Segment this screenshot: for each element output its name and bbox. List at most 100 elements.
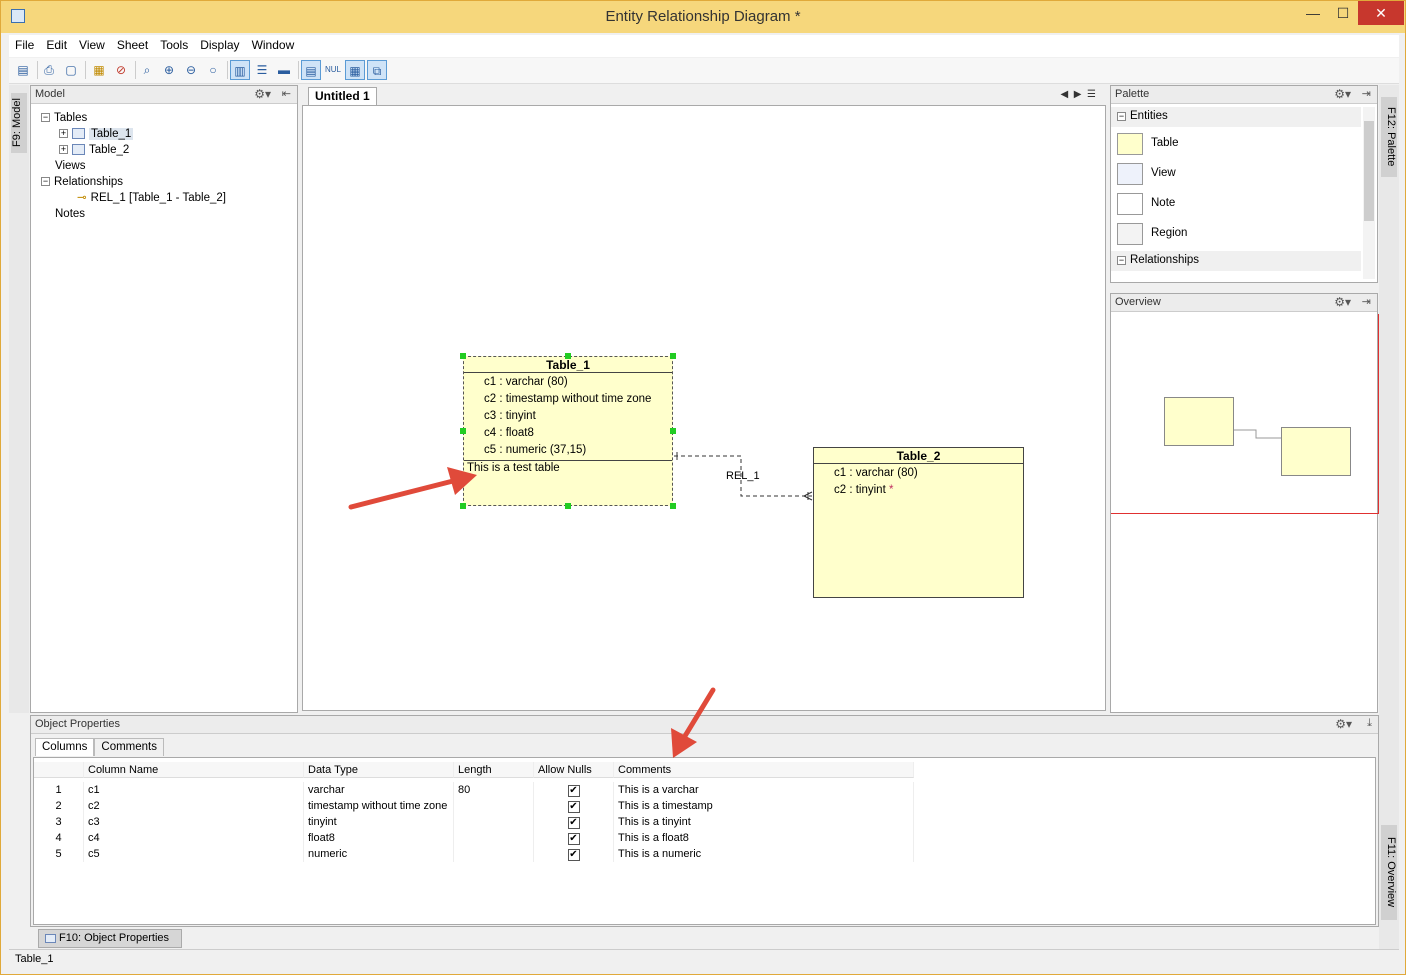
object-properties-side-tab[interactable]: F10: Object Properties xyxy=(38,929,182,948)
zoom-in-icon[interactable]: ⊕ xyxy=(159,60,179,80)
table-row[interactable]: 4 c4 float8 This is a float8 ✔ xyxy=(34,830,914,846)
palette-section-relationships[interactable]: − Relationships xyxy=(1111,251,1361,271)
relationship-connector[interactable] xyxy=(303,106,1107,712)
comments-header[interactable]: Comments xyxy=(614,762,914,778)
collapse-icon[interactable]: − xyxy=(41,113,50,123)
tree-node-table-2[interactable]: + Table_2 xyxy=(59,142,129,158)
collapse-icon[interactable]: − xyxy=(1117,112,1126,121)
validate-icon[interactable]: ▦ xyxy=(89,60,109,80)
tab-columns[interactable]: Columns xyxy=(35,738,95,756)
allow-nulls-checkbox[interactable]: ✔ xyxy=(567,785,580,797)
allow-nulls-checkbox[interactable]: ✔ xyxy=(567,801,580,813)
column-name-cell[interactable]: c3 xyxy=(84,814,304,830)
menu-window[interactable]: Window xyxy=(246,35,301,52)
palette-item-region[interactable]: Region xyxy=(1111,219,1361,249)
allow-nulls-checkbox[interactable]: ✔ xyxy=(567,817,580,829)
expand-icon[interactable]: + xyxy=(59,145,68,155)
palette-item-note[interactable]: Note xyxy=(1111,189,1361,219)
column-name-cell[interactable]: c2 xyxy=(84,798,304,814)
tree-node-views[interactable]: Views xyxy=(55,158,85,174)
show-keys-icon[interactable]: ☰ xyxy=(252,60,272,80)
maximize-button[interactable]: ☐ xyxy=(1328,1,1358,25)
gear-icon[interactable]: ⚙▾ xyxy=(254,87,271,101)
menu-display[interactable]: Display xyxy=(194,35,245,52)
save-icon[interactable]: ▤ xyxy=(13,60,33,80)
collapse-icon[interactable]: − xyxy=(41,177,50,187)
show-relations-icon[interactable]: ⧉ xyxy=(367,60,387,80)
comment-cell[interactable]: This is a float8 xyxy=(614,830,914,846)
print-icon[interactable]: ⎙ xyxy=(39,60,59,80)
allow-nulls-checkbox[interactable]: ✔ xyxy=(567,833,580,845)
data-type-cell[interactable]: float8 xyxy=(304,830,454,846)
column-name-cell[interactable]: c5 xyxy=(84,846,304,862)
show-nulls-icon[interactable]: NUL xyxy=(323,60,343,80)
menu-tools[interactable]: Tools xyxy=(154,35,194,52)
relationship-label[interactable]: REL_1 xyxy=(726,470,760,482)
row-number[interactable]: 3 xyxy=(34,814,84,830)
tab-untitled-1[interactable]: Untitled 1 xyxy=(308,87,377,105)
length-cell[interactable] xyxy=(454,798,534,814)
length-cell[interactable] xyxy=(454,814,534,830)
hide-panel-icon[interactable]: ⇥ xyxy=(1362,295,1371,308)
tree-node-tables[interactable]: − Tables xyxy=(41,110,87,126)
menu-file[interactable]: File xyxy=(9,35,40,52)
minimize-button[interactable]: — xyxy=(1298,1,1328,25)
length-cell[interactable]: 80 xyxy=(454,782,534,798)
collapse-icon[interactable]: − xyxy=(1117,256,1126,265)
stop-icon[interactable]: ⊘ xyxy=(111,60,131,80)
show-columns-icon[interactable]: ▥ xyxy=(230,60,250,80)
table-row[interactable]: 2 c2 timestamp without time zone This is a … xyxy=(34,798,914,814)
length-header[interactable]: Length xyxy=(454,762,534,778)
row-number[interactable]: 4 xyxy=(34,830,84,846)
length-cell[interactable] xyxy=(454,830,534,846)
tree-node-notes[interactable]: Notes xyxy=(55,206,85,222)
show-types-icon[interactable]: ▤ xyxy=(301,60,321,80)
show-comments-icon[interactable]: ▦ xyxy=(345,60,365,80)
data-type-header[interactable]: Data Type xyxy=(304,762,454,778)
comment-cell[interactable]: This is a timestamp xyxy=(614,798,914,814)
length-cell[interactable] xyxy=(454,846,534,862)
comment-cell[interactable]: This is a numeric xyxy=(614,846,914,862)
comment-cell[interactable]: This is a varchar xyxy=(614,782,914,798)
palette-item-view[interactable]: View xyxy=(1111,159,1361,189)
minimize-panel-icon[interactable]: ⤓ xyxy=(1367,717,1372,730)
diagram-canvas[interactable]: Table_1 c1 : varchar (80) c2 : timestamp… xyxy=(302,105,1106,711)
allow-nulls-header[interactable]: Allow Nulls xyxy=(534,762,614,778)
data-type-cell[interactable]: timestamp without time zone xyxy=(304,798,454,814)
hide-panel-icon[interactable]: ⇤ xyxy=(282,87,291,100)
row-number[interactable]: 2 xyxy=(34,798,84,814)
tree-node-relationships[interactable]: − Relationships xyxy=(41,174,123,190)
tree-node-table-1[interactable]: + Table_1 xyxy=(59,126,134,142)
table-row[interactable]: 1 c1 varchar 80 This is a varchar ✔ xyxy=(34,782,914,798)
column-name-cell[interactable]: c4 xyxy=(84,830,304,846)
show-notes-icon[interactable]: ▬ xyxy=(274,60,294,80)
table-row[interactable]: 5 c5 numeric This is a numeric ✔ xyxy=(34,846,914,862)
gear-icon[interactable]: ⚙▾ xyxy=(1334,87,1351,101)
row-number[interactable]: 1 xyxy=(34,782,84,798)
menu-sheet[interactable]: Sheet xyxy=(111,35,154,52)
page-setup-icon[interactable]: ▢ xyxy=(61,60,81,80)
menu-edit[interactable]: Edit xyxy=(40,35,73,52)
menu-view[interactable]: View xyxy=(73,35,111,52)
close-button[interactable]: ✕ xyxy=(1358,1,1404,25)
palette-scrollbar[interactable] xyxy=(1363,107,1375,279)
table-row[interactable]: 3 c3 tinyint This is a tinyint ✔ xyxy=(34,814,914,830)
overview-side-tab[interactable]: F11: Overview xyxy=(1381,825,1397,920)
tree-node-rel-1[interactable]: ⊸ REL_1 [Table_1 - Table_2] xyxy=(77,190,226,206)
model-side-tab[interactable]: F9: Model xyxy=(11,93,27,153)
tab-comments[interactable]: Comments xyxy=(94,738,164,756)
zoom-reset-icon[interactable]: ○ xyxy=(203,60,223,80)
tab-navigation[interactable]: ◀ ▶ ☰ xyxy=(1061,89,1096,100)
column-name-header[interactable]: Column Name xyxy=(84,762,304,778)
data-type-cell[interactable]: varchar xyxy=(304,782,454,798)
palette-side-tab[interactable]: F12: Palette xyxy=(1381,97,1397,177)
row-number[interactable]: 5 xyxy=(34,846,84,862)
data-type-cell[interactable]: tinyint xyxy=(304,814,454,830)
comment-cell[interactable]: This is a tinyint xyxy=(614,814,914,830)
scrollbar-thumb[interactable] xyxy=(1364,121,1374,221)
palette-item-table[interactable]: Table xyxy=(1111,129,1361,159)
data-type-cell[interactable]: numeric xyxy=(304,846,454,862)
allow-nulls-checkbox[interactable]: ✔ xyxy=(567,849,580,861)
palette-section-entities[interactable]: − Entities xyxy=(1111,107,1361,127)
gear-icon[interactable]: ⚙▾ xyxy=(1334,295,1351,309)
